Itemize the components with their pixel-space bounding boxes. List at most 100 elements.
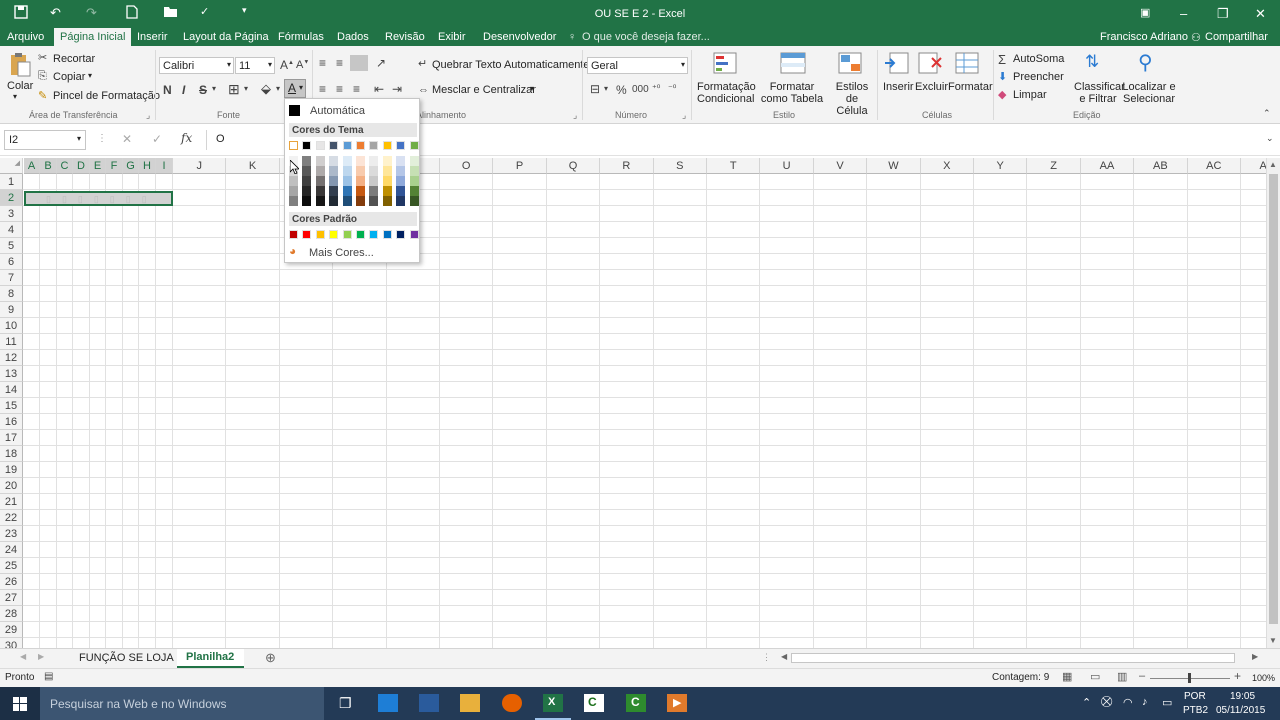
row-header-16[interactable]: 16: [0, 414, 23, 430]
scroll-up-icon[interactable]: ▲: [1269, 160, 1277, 169]
chevron-down-icon[interactable]: ▾: [276, 84, 280, 93]
search-box[interactable]: Pesquisar na Web e no Windows: [40, 687, 324, 720]
sort-filter-icon[interactable]: ⇅: [1085, 52, 1099, 72]
insert-function-button[interactable]: fx: [181, 131, 192, 145]
borders-icon[interactable]: ⊞: [228, 81, 240, 98]
column-header-v[interactable]: V: [813, 158, 868, 174]
chevron-down-icon[interactable]: ▾: [88, 71, 92, 80]
format-painter-button[interactable]: Pincel de Formatação: [53, 90, 160, 102]
column-header-x[interactable]: X: [920, 158, 974, 174]
strikethrough-button[interactable]: S: [199, 83, 207, 97]
column-header-i[interactable]: I: [156, 158, 173, 174]
sheet-tab-funcao-se-loja[interactable]: FUNÇÃO SE LOJA: [79, 652, 174, 664]
tab-arquivo[interactable]: Arquivo: [7, 31, 44, 43]
column-header-t[interactable]: T: [707, 158, 761, 174]
network-icon[interactable]: ⛒: [1101, 696, 1112, 709]
minimize-button[interactable]: –: [1180, 6, 1187, 21]
page-break-icon[interactable]: ▥: [1117, 670, 1127, 683]
cell-styles-button[interactable]: Estilos de Célula: [829, 81, 875, 117]
chevron-down-icon[interactable]: ▾: [13, 92, 17, 101]
standard-color-swatch[interactable]: [315, 230, 325, 239]
ribbon-display-icon[interactable]: ▣: [1140, 6, 1150, 19]
autosum-button[interactable]: AutoSoma: [1013, 53, 1064, 65]
theme-shade-swatch[interactable]: [289, 176, 298, 186]
row-header-7[interactable]: 7: [0, 270, 23, 286]
scroll-left-icon[interactable]: ◀: [781, 652, 787, 661]
close-button[interactable]: ✕: [1255, 6, 1266, 22]
row-header-18[interactable]: 18: [0, 446, 23, 462]
theme-color-swatch[interactable]: [409, 141, 419, 150]
tab-dados[interactable]: Dados: [337, 31, 369, 43]
column-header-h[interactable]: H: [139, 158, 156, 174]
tab-exibir[interactable]: Exibir: [438, 31, 466, 43]
theme-shade-swatch[interactable]: [289, 186, 298, 196]
italic-button[interactable]: I: [182, 83, 185, 97]
row-header-2[interactable]: 2: [0, 190, 23, 206]
column-header-g[interactable]: G: [123, 158, 139, 174]
align-left-icon[interactable]: ≡: [319, 82, 326, 96]
tray-overflow-icon[interactable]: ⌃: [1082, 696, 1091, 709]
thousands-button[interactable]: 000: [632, 84, 649, 95]
theme-shade-swatch[interactable]: [409, 156, 419, 166]
enter-icon[interactable]: ✓: [152, 132, 162, 146]
format-cells-button[interactable]: Formatar: [948, 81, 993, 93]
theme-shade-swatch[interactable]: [302, 166, 312, 176]
column-header-w[interactable]: W: [867, 158, 921, 174]
column-header-o[interactable]: O: [440, 158, 494, 174]
theme-shade-swatch[interactable]: [315, 196, 325, 206]
column-header-k[interactable]: K: [226, 158, 280, 174]
scroll-right-icon[interactable]: ▶: [1252, 652, 1258, 661]
media-player-icon[interactable]: ▶: [667, 694, 687, 712]
row-header-26[interactable]: 26: [0, 574, 23, 590]
share-button[interactable]: Compartilhar: [1205, 31, 1268, 43]
app-screen-icon[interactable]: [378, 694, 398, 712]
row-header-17[interactable]: 17: [0, 430, 23, 446]
column-header-e[interactable]: E: [90, 158, 106, 174]
standard-color-swatch[interactable]: [329, 230, 339, 239]
clock-date[interactable]: 05/11/2015: [1216, 705, 1265, 716]
column-header-a[interactable]: A: [24, 158, 40, 174]
format-as-table-icon[interactable]: [780, 52, 806, 76]
theme-shade-swatch[interactable]: [342, 156, 352, 166]
language-indicator[interactable]: POR: [1184, 691, 1206, 702]
standard-color-swatch[interactable]: [289, 230, 298, 239]
column-header-f[interactable]: F: [106, 158, 123, 174]
theme-shade-swatch[interactable]: [369, 166, 379, 176]
theme-shade-swatch[interactable]: [289, 196, 298, 206]
clock-time[interactable]: 19:05: [1230, 691, 1255, 702]
column-header-b[interactable]: B: [40, 158, 57, 174]
column-header-u[interactable]: U: [760, 158, 814, 174]
theme-shade-swatch[interactable]: [396, 166, 406, 176]
theme-shade-swatch[interactable]: [302, 176, 312, 186]
row-header-25[interactable]: 25: [0, 558, 23, 574]
find-select-button[interactable]: Localizar e Selecionar: [1121, 81, 1177, 105]
orientation-icon[interactable]: ↗: [376, 56, 386, 70]
normal-view-icon[interactable]: ▦: [1062, 670, 1072, 683]
row-header-4[interactable]: 4: [0, 222, 23, 238]
row-header-20[interactable]: 20: [0, 478, 23, 494]
fill-button[interactable]: Preencher: [1013, 71, 1064, 83]
chevron-down-icon[interactable]: ▾: [530, 84, 534, 93]
theme-shade-swatch[interactable]: [342, 196, 352, 206]
standard-color-swatch[interactable]: [302, 230, 312, 239]
row-header-14[interactable]: 14: [0, 382, 23, 398]
theme-shade-swatch[interactable]: [356, 156, 365, 166]
selected-range-a2-i2[interactable]: ▯▯▯▯▯▯▯: [24, 191, 173, 206]
tab-formulas[interactable]: Fórmulas: [278, 31, 324, 43]
zoom-in-icon[interactable]: +: [1234, 669, 1241, 683]
theme-shade-swatch[interactable]: [302, 196, 312, 206]
theme-shade-swatch[interactable]: [382, 156, 392, 166]
theme-shade-swatch[interactable]: [315, 176, 325, 186]
cell-styles-icon[interactable]: [838, 52, 864, 76]
theme-shade-swatch[interactable]: [369, 156, 379, 166]
decrease-decimal-icon[interactable]: ⁻⁰: [668, 83, 676, 94]
align-middle-icon[interactable]: ≡: [336, 56, 343, 70]
notification-icon[interactable]: ▭: [1162, 696, 1172, 709]
row-header-12[interactable]: 12: [0, 350, 23, 366]
next-sheet-icon[interactable]: ▶: [38, 652, 44, 661]
theme-shade-swatch[interactable]: [396, 156, 406, 166]
automatic-option[interactable]: Automática: [310, 105, 365, 117]
font-color-button[interactable]: A ▾: [284, 79, 306, 98]
worksheet-grid[interactable]: ◢ ABCDEFGHIJKLMNOPQRSTUVWXYZAAABACAD 123…: [0, 158, 1266, 648]
tab-pagina-inicial[interactable]: Página Inicial: [54, 28, 132, 46]
